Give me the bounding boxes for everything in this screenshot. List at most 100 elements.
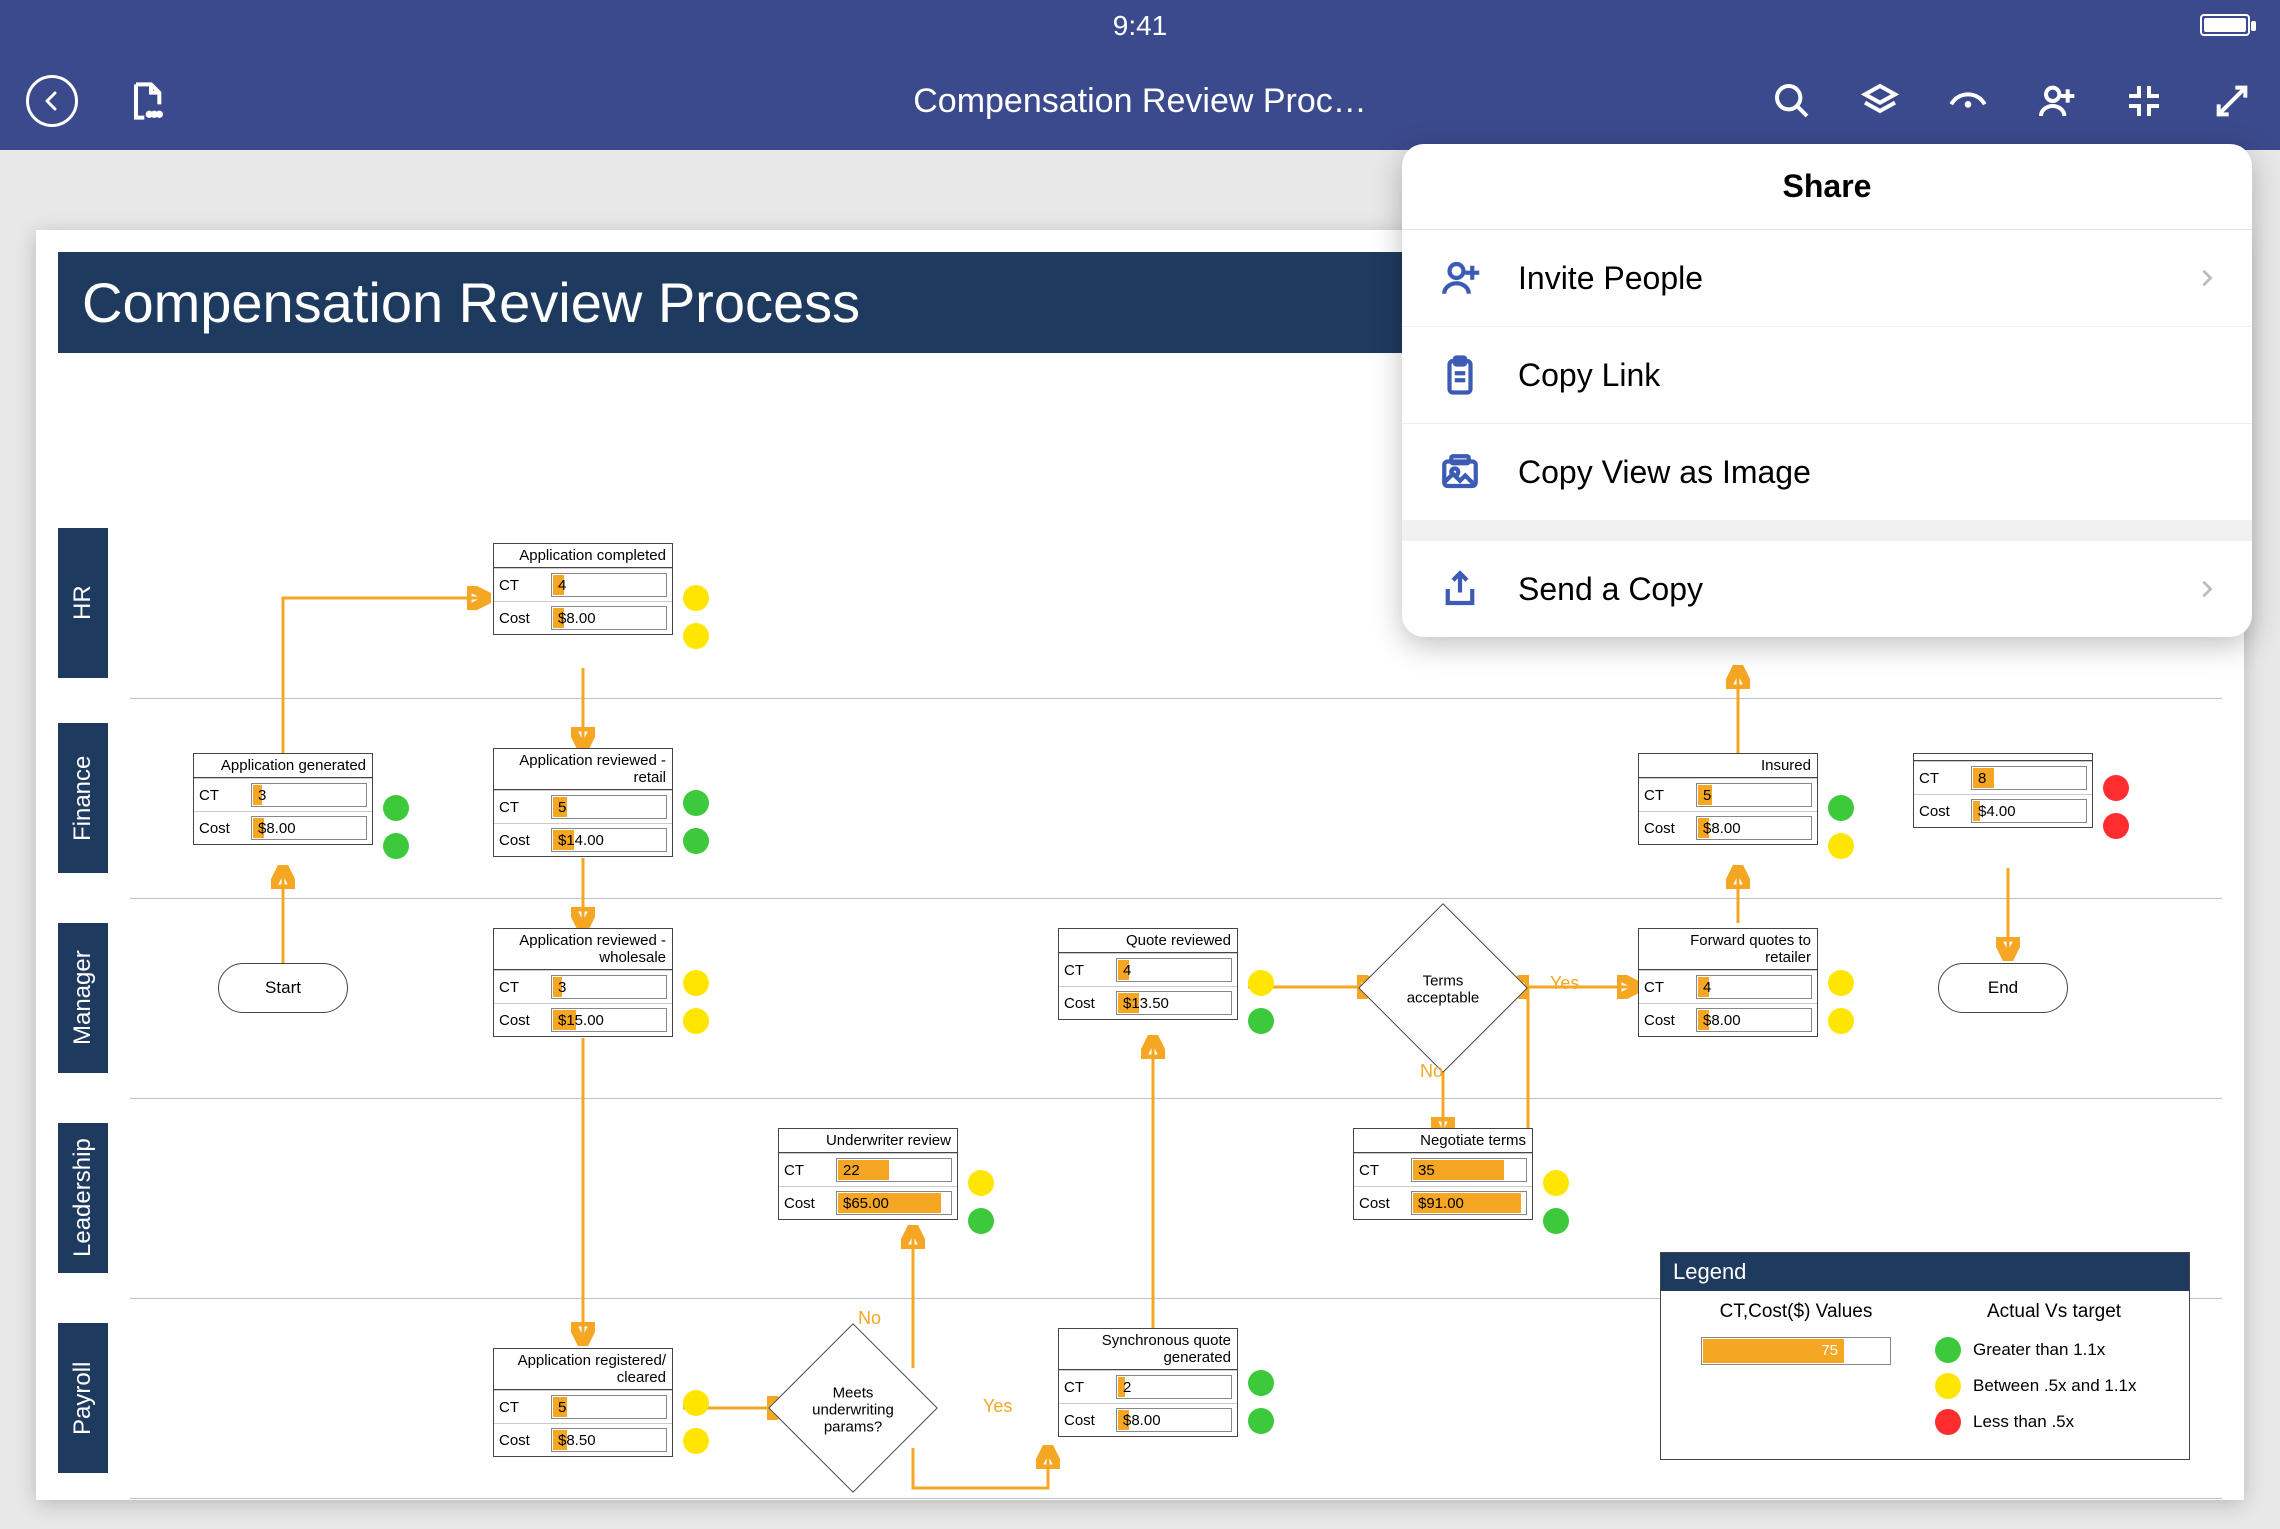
flow-node-insured[interactable]: Insured CT 5 Cost $8.00 [1638,753,1818,845]
status-dots [683,970,709,1034]
flow-node-app_completed[interactable]: Application completed CT 4 Cost $8.00 [493,543,673,635]
cost-value: $8.00 [1116,1408,1232,1432]
status-dot [2103,775,2129,801]
expand-icon[interactable] [2210,79,2254,123]
ct-label: CT [494,975,546,1000]
status-dot [968,1170,994,1196]
status-dot [1543,1208,1569,1234]
flow-node-app_registered[interactable]: Application registered/ cleared CT 5 Cos… [493,1348,673,1457]
cost-label: Cost [1059,991,1111,1016]
end-node[interactable]: End [1938,963,2068,1013]
status-dot [683,970,709,996]
flow-node-negotiate[interactable]: Negotiate terms CT 35 Cost $91.00 [1353,1128,1533,1220]
flow-node-quote_reviewed[interactable]: Quote reviewed CT 4 Cost $13.50 [1058,928,1238,1020]
flow-node-fwd_quotes[interactable]: Forward quotes to retailer CT 4 Cost $8.… [1638,928,1818,1037]
flow-node-node_fin_r[interactable]: CT 8 Cost $4.00 [1913,753,2093,828]
lane-label: HR [58,528,108,678]
status-dot [968,1208,994,1234]
node-title: Application reviewed - wholesale [494,929,672,970]
status-dot [683,1008,709,1034]
document-title: Compensation Review Proc… [913,82,1367,121]
node-title: Quote reviewed [1059,929,1237,953]
cost-value: $8.00 [251,816,367,840]
node-title: Application completed [494,544,672,568]
status-dots [683,1390,709,1454]
clipboard-icon [1436,351,1484,399]
share-item-label: Invite People [1518,260,1703,297]
share-popover: Share Invite People Copy Link Copy View … [1402,144,2252,637]
image-icon [1436,448,1484,496]
chevron-right-icon [2196,571,2218,608]
ct-value: 5 [1696,783,1812,807]
status-dot [383,833,409,859]
app-bar: Compensation Review Proc… [0,52,2280,150]
status-dot [683,1390,709,1416]
status-dot [683,828,709,854]
lane-label: Leadership [58,1123,108,1273]
search-icon[interactable] [1770,79,1814,123]
share-invite-people[interactable]: Invite People [1402,230,2252,327]
battery-icon [2200,14,2250,36]
layers-icon[interactable] [1858,79,1902,123]
status-dot [1248,1008,1274,1034]
flow-node-underwriter[interactable]: Underwriter review CT 22 Cost $65.00 [778,1128,958,1220]
status-dot [1828,1008,1854,1034]
share-send-copy[interactable]: Send a Copy [1402,541,2252,637]
status-dots [1828,795,1854,859]
ct-value: 2 [1116,1375,1232,1399]
file-icon[interactable] [124,79,168,123]
ct-label: CT [1914,766,1966,791]
cost-value: $15.00 [551,1008,667,1032]
legend-col2-head: Actual Vs target [1935,1301,2173,1323]
ct-label: CT [1059,1375,1111,1400]
lane-divider [130,1498,2222,1499]
ct-label: CT [494,1395,546,1420]
share-copy-image[interactable]: Copy View as Image [1402,424,2252,521]
status-dot [1543,1170,1569,1196]
back-button[interactable] [26,75,78,127]
edge-label: Yes [1550,973,1579,994]
cost-value: $8.00 [1696,1008,1812,1032]
status-dot [683,1428,709,1454]
collapse-icon[interactable] [2122,79,2166,123]
ct-label: CT [494,573,546,598]
start-node[interactable]: Start [218,963,348,1013]
flow-node-app_generated[interactable]: Application generated CT 3 Cost $8.00 [193,753,373,845]
status-dot [683,623,709,649]
eye-icon[interactable] [1946,79,1990,123]
add-person-icon[interactable] [2034,79,2078,123]
flow-node-app_rev_retail[interactable]: Application reviewed - retail CT 5 Cost … [493,748,673,857]
ct-value: 4 [1116,958,1232,982]
lane-label: Manager [58,923,108,1073]
status-dot [1248,1370,1274,1396]
status-dots [968,1170,994,1234]
status-dot [683,790,709,816]
ct-label: CT [1639,783,1691,808]
ct-label: CT [1354,1158,1406,1183]
legend-row: Greater than 1.1x [1935,1337,2173,1363]
node-title: Negotiate terms [1354,1129,1532,1153]
share-copy-link[interactable]: Copy Link [1402,327,2252,424]
ct-value: 3 [251,783,367,807]
decision-underwriting[interactable]: Meets underwriting params? [768,1323,938,1493]
flow-node-app_rev_whole[interactable]: Application reviewed - wholesale CT 3 Co… [493,928,673,1037]
status-dots [2103,775,2129,839]
legend-sample-bar: 75 [1701,1337,1891,1365]
status-dot [1248,1408,1274,1434]
decision-terms[interactable]: Terms acceptable [1358,903,1528,1073]
popover-separator [1402,521,2252,541]
status-bar: 9:41 [0,0,2280,52]
cost-label: Cost [494,606,546,631]
cost-label: Cost [494,1008,546,1033]
cost-label: Cost [494,1428,546,1453]
edge-label: No [858,1308,881,1329]
share-item-label: Send a Copy [1518,571,1703,608]
share-title: Share [1402,144,2252,230]
flow-node-sync_quote[interactable]: Synchronous quote generated CT 2 Cost $8… [1058,1328,1238,1437]
node-title: Application registered/ cleared [494,1349,672,1390]
cost-value: $65.00 [836,1191,952,1215]
status-dot [1828,833,1854,859]
ct-value: 3 [551,975,667,999]
share-item-label: Copy View as Image [1518,454,1811,491]
ct-label: CT [779,1158,831,1183]
